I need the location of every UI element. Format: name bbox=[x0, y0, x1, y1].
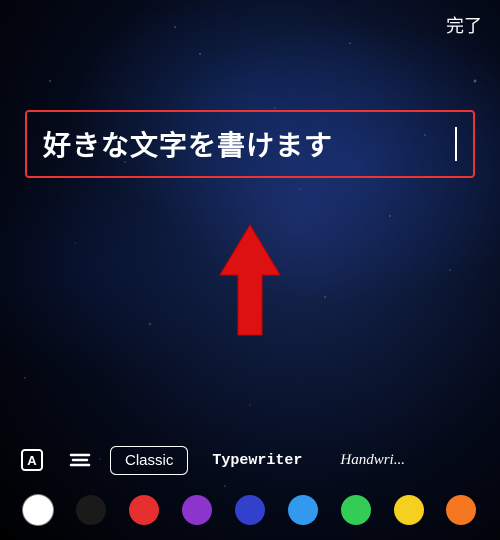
color-swatch-red[interactable] bbox=[129, 495, 159, 525]
font-option-handwriting[interactable]: Handwri... bbox=[326, 447, 419, 474]
color-swatch-dark-blue[interactable] bbox=[235, 495, 265, 525]
font-options-list: Classic Typewriter Handwri... bbox=[110, 446, 486, 475]
color-swatch-yellow[interactable] bbox=[394, 495, 424, 525]
svg-text:A: A bbox=[27, 453, 37, 468]
arrow-svg bbox=[190, 220, 310, 340]
text-input-container: 好きな文字を書けます bbox=[25, 110, 475, 178]
app: 完了 好きな文字を書けます A bbox=[0, 0, 500, 540]
text-content: 好きな文字を書けます bbox=[43, 124, 453, 164]
text-input-box[interactable]: 好きな文字を書けます bbox=[25, 110, 475, 178]
color-swatch-blue[interactable] bbox=[288, 495, 318, 525]
color-swatch-black[interactable] bbox=[76, 495, 106, 525]
bottom-toolbar: A Classic Typewriter Handwri... bbox=[0, 435, 500, 485]
top-bar: 完了 bbox=[0, 0, 500, 50]
text-cursor bbox=[455, 127, 457, 161]
font-option-classic[interactable]: Classic bbox=[110, 446, 188, 475]
color-swatch-green[interactable] bbox=[341, 495, 371, 525]
align-button[interactable] bbox=[62, 442, 98, 478]
font-style-button[interactable]: A bbox=[14, 442, 50, 478]
font-icon: A bbox=[20, 448, 44, 472]
color-swatch-white[interactable] bbox=[23, 495, 53, 525]
done-button[interactable]: 完了 bbox=[446, 12, 482, 38]
align-icon bbox=[68, 448, 92, 472]
arrow-indicator bbox=[190, 220, 310, 340]
color-swatch-orange[interactable] bbox=[446, 495, 476, 525]
color-swatch-purple[interactable] bbox=[182, 495, 212, 525]
font-option-typewriter[interactable]: Typewriter bbox=[198, 447, 316, 474]
color-picker-row bbox=[0, 488, 500, 532]
